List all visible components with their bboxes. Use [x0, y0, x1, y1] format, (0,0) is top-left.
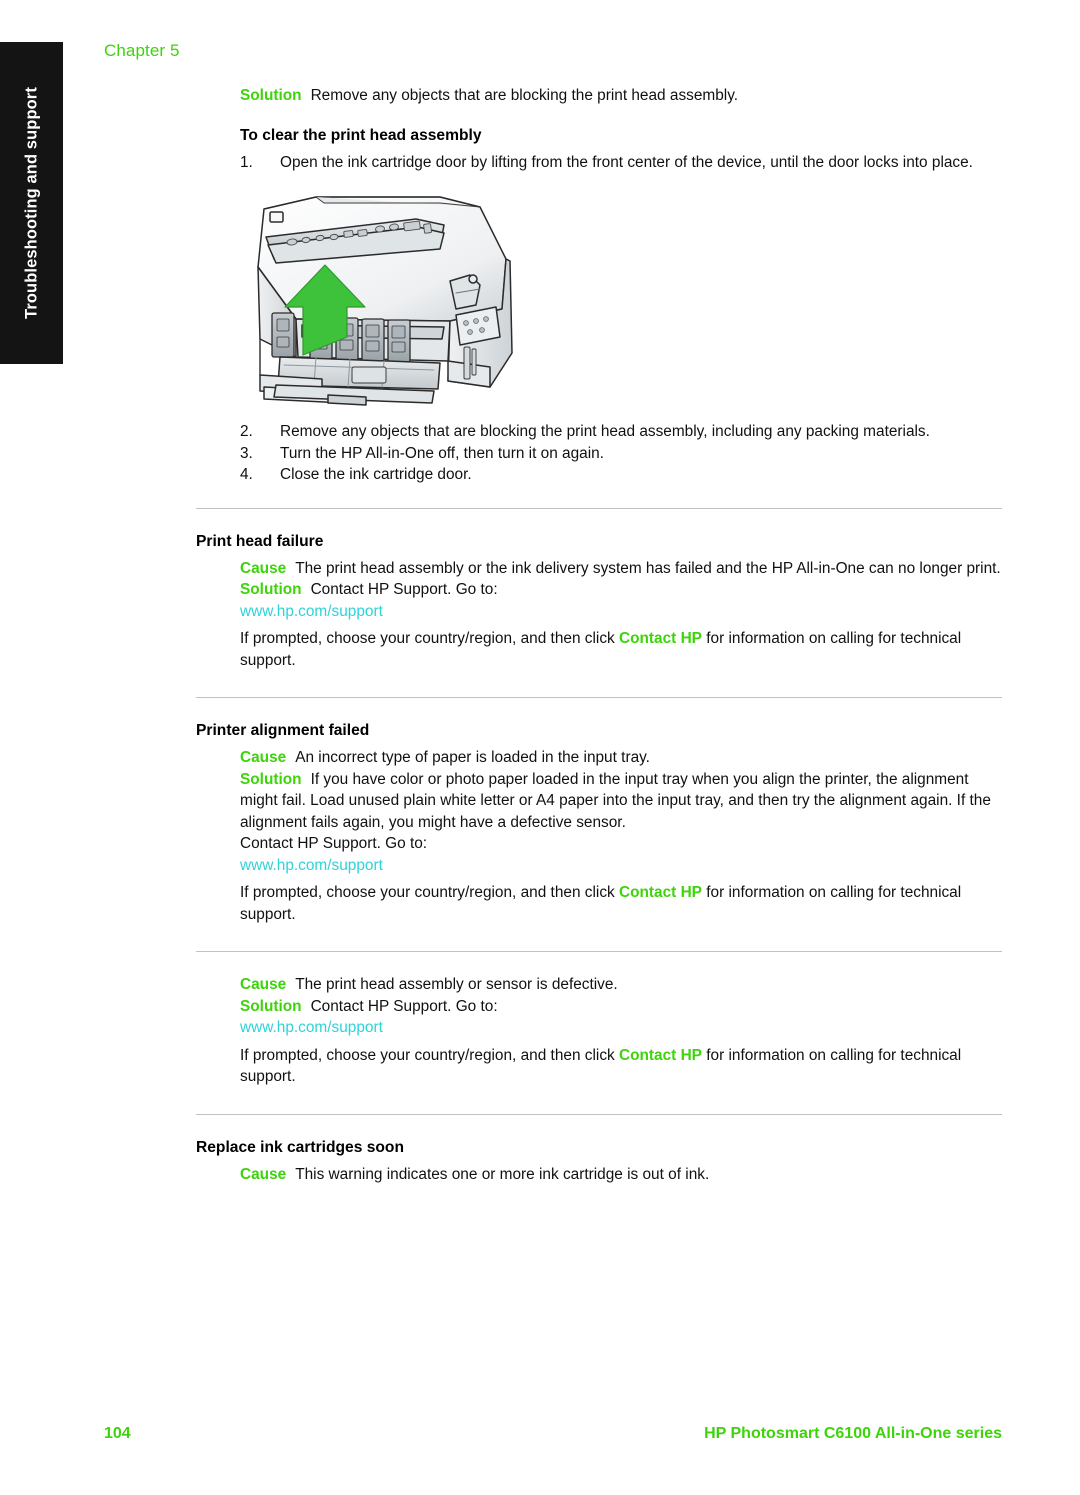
- solution-text: Contact HP Support. Go to:: [310, 581, 498, 598]
- prompt-paragraph: If prompted, choose your country/region,…: [240, 882, 1002, 925]
- solution-paragraph: Solution Contact HP Support. Go to:: [240, 996, 1002, 1018]
- intro-solution-paragraph: Solution Remove any objects that are bloc…: [240, 85, 1002, 107]
- support-link-paragraph: www.hp.com/support: [240, 601, 1002, 623]
- footer-page-number: 104: [104, 1425, 131, 1442]
- cause-label: Cause: [240, 1165, 287, 1183]
- step-number: 1.: [240, 153, 253, 171]
- footer-product-name: HP Photosmart C6100 All-in-One series: [704, 1425, 1002, 1442]
- cause-label: Cause: [240, 749, 287, 766]
- step-text: Close the ink cartridge door.: [280, 466, 472, 483]
- step-text: Turn the HP All-in-One off, then turn it…: [280, 444, 604, 462]
- support-link-paragraph: www.hp.com/support: [240, 1017, 1002, 1039]
- contact-hp-link[interactable]: Contact HP: [619, 630, 702, 647]
- step-text: Open the ink cartridge door by lifting f…: [280, 153, 973, 171]
- solution-text: Remove any objects that are blocking the…: [310, 87, 739, 104]
- procedure-steps-first: 1. Open the ink cartridge door by lifting…: [240, 152, 1002, 174]
- content-column: Solution Remove any objects that are bloc…: [196, 85, 1002, 1185]
- cause-paragraph: Cause An incorrect type of paper is loade…: [240, 747, 1002, 769]
- list-item: 2. Remove any objects that are blocking t…: [240, 421, 1002, 443]
- chapter-label: Chapter 5: [104, 41, 180, 60]
- solution-label: Solution: [240, 770, 302, 788]
- side-tab-label: Troubleshooting and support: [22, 87, 40, 319]
- support-link[interactable]: www.hp.com/support: [240, 857, 383, 874]
- section-title-printer-alignment-failed: Printer alignment failed: [196, 722, 370, 739]
- contact-hp-link[interactable]: Contact HP: [619, 1047, 702, 1064]
- prompt-paragraph: If prompted, choose your country/region,…: [240, 1045, 1002, 1088]
- section-title-replace-ink-cartridges-soon: Replace ink cartridges soon: [196, 1138, 404, 1156]
- solution-label: Solution: [240, 87, 302, 104]
- cause-label: Cause: [240, 976, 287, 993]
- support-link[interactable]: www.hp.com/support: [240, 603, 383, 620]
- support-link[interactable]: www.hp.com/support: [240, 1019, 383, 1036]
- cause-text: This warning indicates one or more ink c…: [295, 1165, 710, 1183]
- step-number: 4.: [240, 466, 253, 483]
- page-footer: 104 HP Photosmart C6100 All-in-One serie…: [104, 1425, 1002, 1443]
- section-title-print-head-failure: Print head failure: [196, 532, 324, 550]
- step-number: 3.: [240, 444, 253, 462]
- solution-label: Solution: [240, 581, 302, 598]
- prompt-pre-text: If prompted, choose your country/region,…: [240, 884, 619, 901]
- prompt-pre-text: If prompted, choose your country/region,…: [240, 630, 619, 647]
- cause-paragraph: Cause The print head assembly or the ink …: [240, 558, 1002, 580]
- cause-text: The print head assembly or sensor is def…: [295, 976, 618, 993]
- procedure-steps-rest: 2. Remove any objects that are blocking t…: [240, 421, 1002, 486]
- prompt-paragraph: If prompted, choose your country/region,…: [240, 628, 1002, 671]
- document-page: Troubleshooting and support Chapter 5 So…: [0, 0, 1080, 1495]
- solution-text: If you have color or photo paper loaded …: [240, 770, 991, 831]
- solution-paragraph: Solution If you have color or photo paper…: [240, 769, 1002, 834]
- step-text: Remove any objects that are blocking the…: [280, 423, 930, 440]
- cause-text: An incorrect type of paper is loaded in …: [295, 749, 650, 766]
- cause-text: The print head assembly or the ink deliv…: [295, 559, 1001, 577]
- prompt-pre-text: If prompted, choose your country/region,…: [240, 1046, 619, 1064]
- list-item: 1. Open the ink cartridge door by lifting…: [240, 152, 1002, 174]
- side-tab: Troubleshooting and support: [0, 42, 63, 364]
- cause-paragraph: Cause The print head assembly or sensor i…: [240, 974, 1002, 996]
- list-item: 4. Close the ink cartridge door.: [240, 464, 1002, 486]
- cause-label: Cause: [240, 559, 287, 577]
- solution-continued-paragraph: Contact HP Support. Go to:: [240, 835, 428, 852]
- list-item: 3. Turn the HP All-in-One off, then turn …: [240, 443, 1002, 465]
- printer-illustration: [244, 189, 544, 411]
- procedure-title: To clear the print head assembly: [240, 126, 482, 144]
- solution-label: Solution: [240, 997, 302, 1015]
- step-number: 2.: [240, 423, 253, 440]
- support-link-paragraph: www.hp.com/support: [240, 855, 1002, 877]
- solution-text: Contact HP Support. Go to:: [310, 997, 498, 1015]
- cause-paragraph: Cause This warning indicates one or more …: [240, 1164, 1002, 1186]
- solution-paragraph: Solution Contact HP Support. Go to:: [240, 579, 1002, 601]
- contact-hp-link[interactable]: Contact HP: [619, 884, 702, 901]
